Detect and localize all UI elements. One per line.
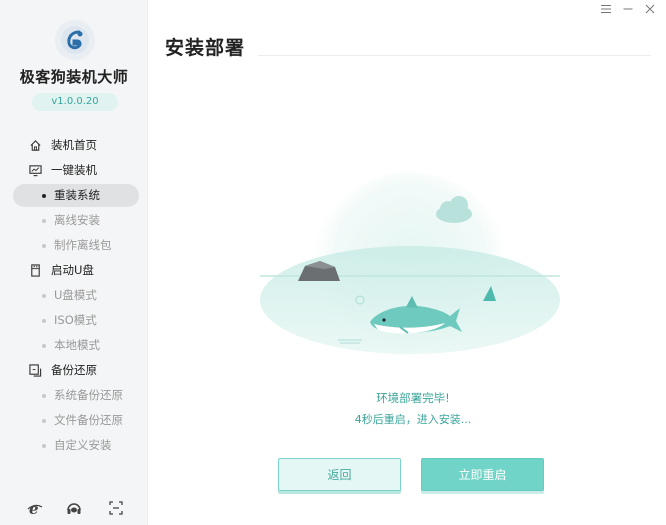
sidebar-item-label: 制作离线包: [54, 238, 112, 252]
sidebar-footer: e: [0, 500, 148, 520]
illustration-shark-sea: [260, 172, 560, 368]
sidebar-item-backup-restore[interactable]: 备份还原: [0, 358, 148, 383]
bullet-dot: [42, 344, 46, 348]
sidebar-item-make-offline-package[interactable]: 制作离线包: [0, 233, 148, 258]
close-icon[interactable]: [644, 3, 656, 15]
back-button[interactable]: 返回: [278, 458, 401, 491]
sidebar-item-label: 装机首页: [51, 138, 97, 152]
sidebar-item-label: 本地模式: [54, 338, 100, 352]
sidebar-item-reinstall-system[interactable]: 重装系统: [0, 183, 148, 208]
sidebar-item-file-backup-restore[interactable]: 文件备份还原: [0, 408, 148, 433]
sidebar-nav: 装机首页 一键装机 重装系统 离线安装 制作离线包 启动U盘 U盘模式 ISO模…: [0, 133, 148, 458]
version-badge: v1.0.0.20: [32, 93, 118, 111]
sidebar-item-label: 文件备份还原: [54, 413, 123, 427]
headset-icon[interactable]: [66, 500, 82, 516]
minimize-icon[interactable]: [622, 3, 634, 15]
sidebar-item-iso-mode[interactable]: ISO模式: [0, 308, 148, 333]
svg-text:e: e: [29, 500, 39, 516]
monitor-icon: [29, 165, 42, 177]
sidebar-item-offline-install[interactable]: 离线安装: [0, 208, 148, 233]
status-message: 环境部署完毕!: [376, 391, 450, 405]
sidebar: 极客狗装机大师 v1.0.0.20 装机首页 一键装机 重装系统 离线安装 制作…: [0, 0, 148, 525]
browser-icon[interactable]: e: [27, 500, 43, 516]
sidebar-item-label: 系统备份还原: [54, 388, 123, 402]
app-name: 极客狗装机大师: [19, 68, 129, 86]
bullet-dot: [42, 294, 46, 298]
menu-icon[interactable]: [600, 3, 612, 15]
sidebar-item-home[interactable]: 装机首页: [0, 133, 148, 158]
sidebar-item-usb-mode[interactable]: U盘模式: [0, 283, 148, 308]
bullet-dot: [42, 319, 46, 323]
page-title: 安装部署: [165, 37, 246, 59]
sidebar-item-label: 重装系统: [54, 188, 100, 202]
sidebar-item-label: 一键装机: [51, 163, 97, 177]
sidebar-item-local-mode[interactable]: 本地模式: [0, 333, 148, 358]
sidebar-item-label: 自定义安装: [54, 438, 112, 452]
window-controls: [600, 3, 656, 17]
sidebar-item-label: 备份还原: [51, 363, 97, 377]
usb-icon: [31, 264, 40, 277]
sidebar-item-one-click-install[interactable]: 一键装机: [0, 158, 148, 183]
bullet-dot: [42, 219, 46, 223]
bullet-dot: [42, 244, 46, 248]
sidebar-item-system-backup-restore[interactable]: 系统备份还原: [0, 383, 148, 408]
restart-now-button[interactable]: 立即重启: [421, 458, 544, 491]
countdown-message: 4秒后重启，进入安装...: [354, 413, 472, 426]
bullet-dot: [42, 419, 46, 423]
backup-icon: [29, 364, 42, 377]
fullscreen-icon[interactable]: [108, 500, 124, 516]
sidebar-item-boot-usb[interactable]: 启动U盘: [0, 258, 148, 283]
home-icon: [30, 140, 41, 151]
bullet-dot: [42, 444, 46, 448]
sidebar-item-custom-install[interactable]: 自定义安装: [0, 433, 148, 458]
title-divider: [258, 55, 651, 56]
sidebar-item-label: 离线安装: [54, 213, 100, 227]
sidebar-item-label: U盘模式: [54, 288, 97, 302]
app-logo-icon: [55, 20, 95, 60]
sidebar-item-label: ISO模式: [54, 313, 97, 327]
bullet-dot: [42, 194, 46, 198]
sidebar-item-label: 启动U盘: [51, 263, 94, 277]
bullet-dot: [42, 394, 46, 398]
